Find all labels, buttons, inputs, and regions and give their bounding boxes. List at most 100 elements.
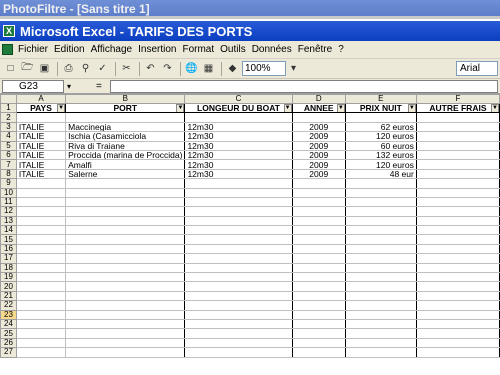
data-cell[interactable] — [415, 168, 500, 180]
empty-cell[interactable] — [15, 215, 67, 227]
data-cell[interactable] — [415, 149, 500, 161]
header-cell[interactable]: ANNEE ▼ — [291, 102, 346, 114]
data-cell[interactable]: 62 euros — [344, 121, 417, 133]
empty-cell[interactable] — [184, 215, 293, 227]
empty-cell[interactable] — [415, 187, 500, 198]
row-header[interactable]: 18 — [0, 262, 17, 274]
empty-cell[interactable] — [15, 309, 67, 321]
empty-cell[interactable] — [344, 178, 417, 189]
empty-cell[interactable] — [344, 234, 417, 245]
empty-cell[interactable] — [344, 337, 417, 349]
empty-cell[interactable] — [15, 196, 67, 208]
data-cell[interactable]: ITALIE — [15, 159, 67, 170]
empty-cell[interactable] — [15, 187, 67, 198]
empty-cell[interactable] — [344, 281, 417, 292]
filter-dropdown-icon[interactable]: ▼ — [57, 104, 65, 112]
empty-cell[interactable] — [415, 225, 500, 236]
empty-cell[interactable] — [415, 253, 500, 264]
empty-cell[interactable] — [415, 300, 500, 311]
empty-cell[interactable] — [291, 309, 346, 321]
empty-cell[interactable] — [15, 318, 67, 330]
select-all-corner[interactable] — [0, 94, 17, 104]
empty-cell[interactable] — [291, 206, 346, 217]
header-cell[interactable]: PORT ▼ — [65, 102, 186, 114]
empty-cell[interactable] — [415, 206, 500, 217]
empty-cell[interactable] — [65, 290, 186, 302]
empty-cell[interactable] — [415, 196, 500, 208]
column-header-c[interactable]: C — [184, 94, 293, 104]
empty-cell[interactable] — [291, 253, 346, 264]
empty-cell[interactable] — [291, 234, 346, 245]
row-header[interactable]: 7 — [0, 159, 17, 170]
row-header[interactable]: 23 — [0, 309, 17, 321]
empty-cell[interactable] — [291, 347, 346, 358]
data-cell[interactable]: 12m30 — [184, 131, 293, 142]
empty-cell[interactable] — [15, 178, 67, 189]
data-cell[interactable]: 2009 — [291, 149, 346, 161]
empty-cell[interactable] — [15, 262, 67, 274]
row-header[interactable]: 10 — [0, 187, 17, 198]
empty-cell[interactable] — [184, 309, 293, 321]
empty-cell[interactable] — [291, 243, 346, 255]
hyperlink-icon[interactable]: 🌐 — [184, 61, 199, 76]
empty-cell[interactable] — [15, 243, 67, 255]
filter-dropdown-icon[interactable]: ▼ — [336, 104, 345, 112]
excel-title-bar[interactable]: X Microsoft Excel - TARIFS DES PORTS — [0, 21, 500, 41]
empty-cell[interactable] — [65, 281, 186, 292]
empty-cell[interactable] — [65, 309, 186, 321]
empty-cell[interactable] — [291, 281, 346, 292]
empty-cell[interactable] — [15, 206, 67, 217]
name-box[interactable]: G23 — [2, 79, 64, 93]
row-header[interactable]: 6 — [0, 149, 17, 161]
data-cell[interactable]: 48 eur — [344, 168, 417, 180]
empty-cell[interactable] — [415, 309, 500, 321]
drawing-icon[interactable]: ◆ — [225, 61, 240, 76]
data-cell[interactable]: 2009 — [291, 131, 346, 142]
empty-cell[interactable] — [344, 215, 417, 227]
empty-cell[interactable] — [184, 187, 293, 198]
empty-cell[interactable] — [184, 328, 293, 339]
data-cell[interactable]: ITALIE — [15, 149, 67, 161]
empty-cell[interactable] — [65, 112, 186, 123]
row-header[interactable]: 17 — [0, 253, 17, 264]
empty-cell[interactable] — [184, 347, 293, 358]
filter-dropdown-icon[interactable]: ▼ — [407, 104, 416, 112]
empty-cell[interactable] — [184, 300, 293, 311]
empty-cell[interactable] — [291, 272, 346, 283]
empty-cell[interactable] — [291, 187, 346, 198]
empty-cell[interactable] — [15, 337, 67, 349]
empty-cell[interactable] — [415, 328, 500, 339]
empty-cell[interactable] — [291, 290, 346, 302]
redo-icon[interactable]: ↷ — [160, 61, 175, 76]
row-header[interactable]: 11 — [0, 196, 17, 208]
empty-cell[interactable] — [65, 243, 186, 255]
empty-cell[interactable] — [291, 196, 346, 208]
empty-cell[interactable] — [184, 206, 293, 217]
column-header-f[interactable]: F — [415, 94, 500, 104]
data-cell[interactable]: Amalfi — [65, 159, 186, 170]
empty-cell[interactable] — [344, 262, 417, 274]
data-cell[interactable]: Riva di Traiane — [65, 140, 186, 151]
empty-cell[interactable] — [291, 300, 346, 311]
data-cell[interactable]: 12m30 — [184, 149, 293, 161]
empty-cell[interactable] — [65, 234, 186, 245]
data-cell[interactable]: 2009 — [291, 121, 346, 133]
empty-cell[interactable] — [291, 178, 346, 189]
empty-cell[interactable] — [15, 300, 67, 311]
empty-cell[interactable] — [184, 318, 293, 330]
empty-cell[interactable] — [65, 347, 186, 358]
menu-affichage[interactable]: Affichage — [88, 44, 136, 55]
empty-cell[interactable] — [15, 112, 67, 123]
empty-cell[interactable] — [344, 347, 417, 358]
row-header[interactable]: 3 — [0, 121, 17, 133]
empty-cell[interactable] — [65, 253, 186, 264]
empty-cell[interactable] — [291, 225, 346, 236]
empty-cell[interactable] — [15, 328, 67, 339]
empty-cell[interactable] — [15, 225, 67, 236]
row-header[interactable]: 16 — [0, 243, 17, 255]
empty-cell[interactable] — [15, 253, 67, 264]
empty-cell[interactable] — [65, 300, 186, 311]
empty-cell[interactable] — [65, 272, 186, 283]
empty-cell[interactable] — [65, 262, 186, 274]
column-header-a[interactable]: A — [15, 94, 67, 104]
